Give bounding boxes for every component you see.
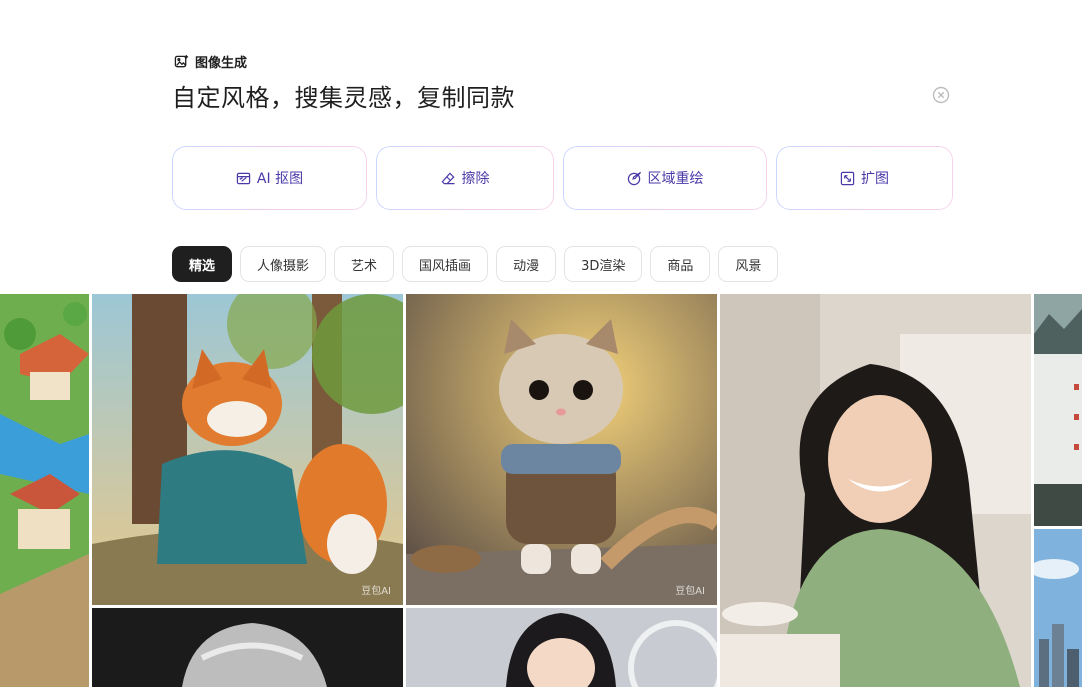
gallery-image-city[interactable] bbox=[1034, 529, 1082, 687]
gallery-image-village[interactable] bbox=[0, 294, 89, 687]
tab-landscape[interactable]: 风景 bbox=[718, 246, 779, 282]
prompt-text[interactable]: 自定风格，搜集灵感，复制同款 bbox=[172, 78, 515, 113]
ai-cutout-label: AI 抠图 bbox=[256, 171, 304, 187]
tab-featured[interactable]: 精选 bbox=[172, 246, 233, 282]
gallery-image-woman-portrait[interactable] bbox=[406, 608, 717, 687]
cutout-icon bbox=[236, 172, 251, 184]
tool-row: AI 抠图 擦除 区域重绘 扩图 bbox=[172, 146, 953, 210]
category-tabs: 精选 人像摄影 艺术 国风插画 动漫 3D渲染 商品 风景 bbox=[172, 246, 779, 282]
expand-image-button[interactable]: 扩图 bbox=[776, 146, 953, 210]
image-gallery: 豆包AI 豆包AI bbox=[0, 294, 1082, 687]
tab-portrait-photography[interactable]: 人像摄影 bbox=[240, 246, 327, 282]
tab-3d-render[interactable]: 3D渲染 bbox=[564, 246, 643, 282]
brush-icon bbox=[627, 171, 641, 185]
expand-icon bbox=[840, 171, 855, 185]
region-repaint-label: 区域重绘 bbox=[647, 171, 704, 187]
gallery-image-bw-portrait[interactable] bbox=[92, 608, 403, 687]
tab-chinese-illustration[interactable]: 国风插画 bbox=[402, 246, 489, 282]
tab-art[interactable]: 艺术 bbox=[334, 246, 395, 282]
watermark-text: 豆包AI bbox=[361, 586, 391, 597]
region-repaint-button[interactable]: 区域重绘 bbox=[563, 146, 767, 210]
close-circle-icon[interactable] bbox=[932, 86, 950, 104]
ai-cutout-button[interactable]: AI 抠图 bbox=[172, 146, 367, 210]
gallery-image-kitten[interactable]: 豆包AI bbox=[406, 294, 717, 605]
tab-product[interactable]: 商品 bbox=[650, 246, 711, 282]
prompt-input[interactable]: 自定风格，搜集灵感，复制同款 bbox=[172, 78, 952, 112]
erase-label: 擦除 bbox=[461, 171, 490, 187]
image-sparkle-icon bbox=[174, 54, 189, 68]
tab-anime[interactable]: 动漫 bbox=[496, 246, 557, 282]
watermark-text: 豆包AI bbox=[675, 586, 705, 597]
gallery-image-woman-smiling[interactable] bbox=[720, 294, 1031, 687]
gallery-image-ink-landscape[interactable] bbox=[1034, 294, 1082, 526]
expand-image-label: 扩图 bbox=[861, 171, 889, 187]
erase-button[interactable]: 擦除 bbox=[376, 146, 554, 210]
gallery-image-fox[interactable]: 豆包AI bbox=[92, 294, 403, 605]
image-generation-label: 图像生成 bbox=[174, 52, 247, 71]
eraser-icon bbox=[441, 171, 455, 184]
header-title: 图像生成 bbox=[195, 56, 248, 71]
